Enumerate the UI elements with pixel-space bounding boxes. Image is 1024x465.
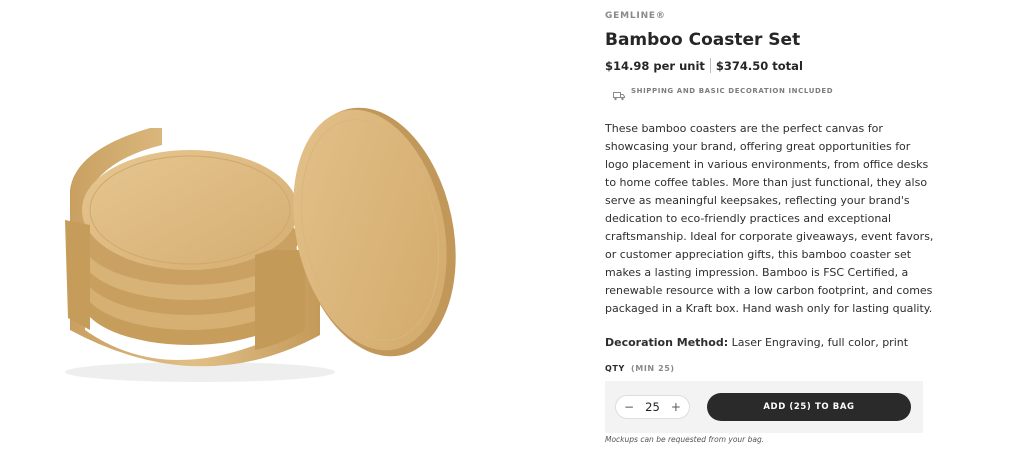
product-title: Bamboo Coaster Set — [605, 30, 801, 50]
increment-button[interactable]: + — [671, 401, 681, 413]
qty-label: QTY — [605, 364, 625, 373]
qty-label-row: QTY (MIN 25) — [605, 364, 675, 373]
order-panel: − 25 + ADD (25) TO BAG — [605, 381, 923, 433]
unit-price: $14.98 per unit — [605, 58, 705, 73]
price-row: $14.98 per unit $374.50 total — [605, 58, 803, 73]
price-divider — [709, 58, 711, 73]
shipping-text: SHIPPING AND BASIC DECORATION INCLUDED — [631, 87, 834, 95]
decoration-method-label: Decoration Method: — [605, 336, 729, 349]
decoration-method-value: Laser Engraving, full color, print — [731, 336, 909, 349]
decoration-method: Decoration Method: Laser Engraving, full… — [605, 336, 908, 349]
add-to-bag-button[interactable]: ADD (25) TO BAG — [707, 393, 911, 421]
brand-label: GEMLINE® — [605, 11, 666, 21]
decrement-button[interactable]: − — [624, 401, 634, 413]
mockup-note: Mockups can be requested from your bag. — [605, 435, 765, 444]
product-description: These bamboo coasters are the perfect ca… — [605, 122, 934, 315]
qty-minimum: (MIN 25) — [631, 364, 675, 373]
truck-icon — [613, 86, 625, 101]
bamboo-coaster-set-image — [65, 107, 456, 382]
shipping-note: SHIPPING AND BASIC DECORATION INCLUDED — [613, 86, 834, 101]
total-price: $374.50 total — [715, 58, 803, 73]
quantity-value[interactable]: 25 — [645, 400, 660, 414]
product-image — [0, 0, 560, 465]
quantity-stepper[interactable]: − 25 + — [615, 395, 690, 419]
